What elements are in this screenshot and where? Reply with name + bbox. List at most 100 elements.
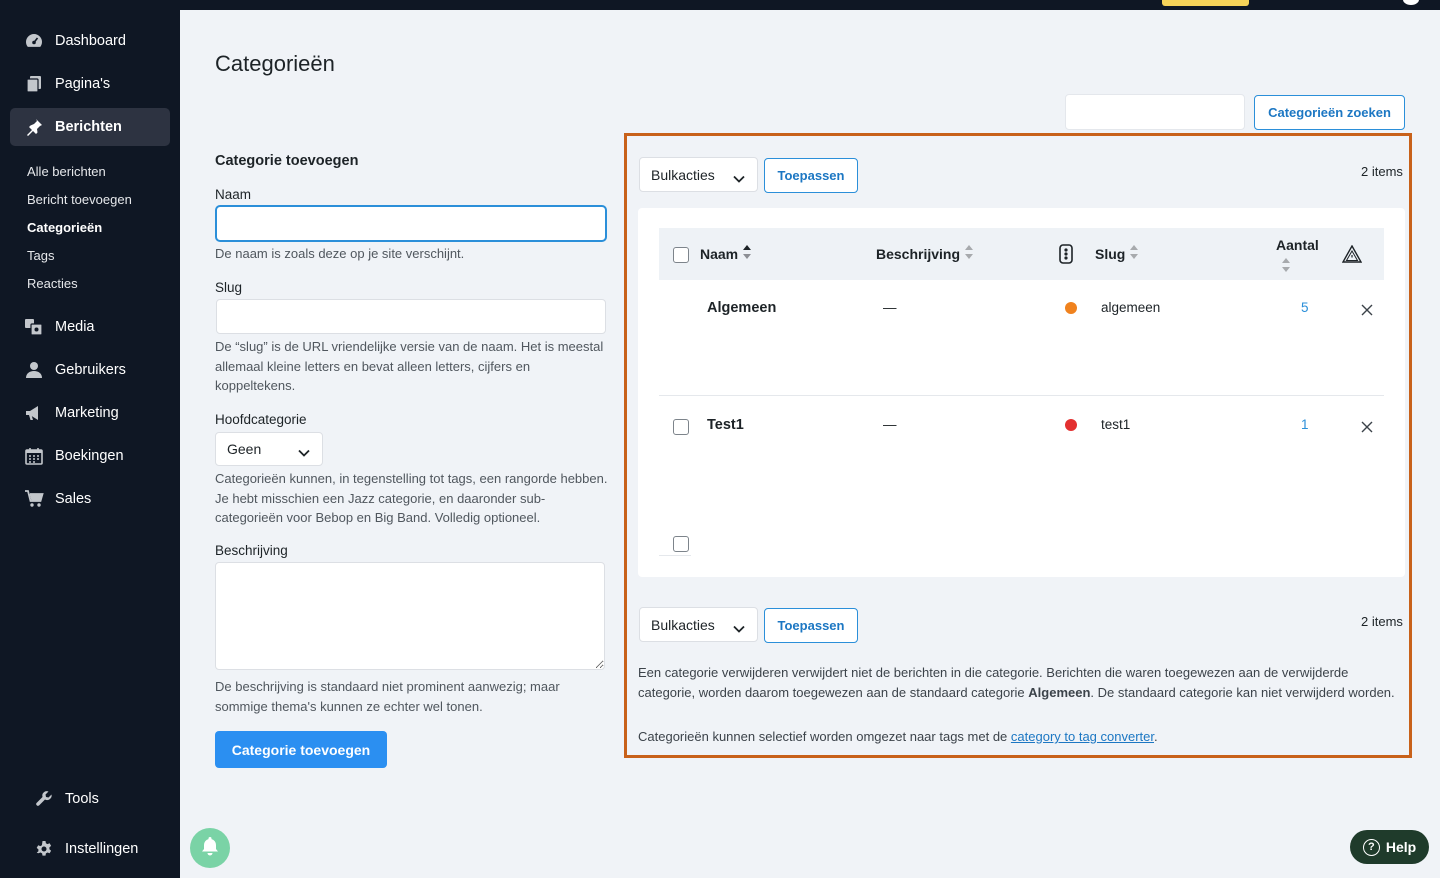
close-icon[interactable] [1361,420,1373,438]
sort-icon [1282,258,1290,277]
slug-label: Slug [215,280,243,295]
avatar[interactable] [1403,0,1419,5]
footer-divider [659,555,691,556]
sidebar-item-posts[interactable]: Berichten [10,108,170,146]
bell-icon [201,836,219,861]
sidebar-item-settings[interactable]: Instellingen [20,830,180,868]
default-category-name: Algemeen [1028,684,1091,700]
slug-help: De “slug” is de URL vriendelijke versie … [215,339,604,393]
column-description[interactable]: Beschrijving [876,245,974,262]
description-help: De beschrijving is standaard niet promin… [215,679,560,714]
row-count-link[interactable]: 1 [1301,417,1309,432]
items-count-top: 2 items [1361,164,1403,179]
submenu-tags[interactable]: Tags [27,248,54,263]
converter-note-text: Categorieën kunnen selectief worden omge… [638,729,1008,744]
submenu-categories[interactable]: Categorieën [27,220,102,235]
top-bar-badge[interactable] [1162,0,1249,6]
traffic-light-icon [1059,244,1073,267]
parent-label: Hoofdcategorie [215,412,307,427]
sidebar-item-label: Tools [65,791,99,807]
dashboard-icon [24,31,44,51]
column-color [1059,244,1073,267]
sidebar-item-label: Sales [55,491,92,507]
sidebar-item-label: Pagina's [55,76,111,92]
megaphone-icon [24,403,44,423]
help-button[interactable]: ? Help [1350,830,1429,864]
sidebar-item-media[interactable]: Media [10,308,170,346]
column-slug[interactable]: Slug [1095,245,1139,262]
submenu-all-posts[interactable]: Alle berichten [27,164,106,179]
submenu-comments[interactable]: Reacties [27,276,78,291]
calendar-icon [24,446,44,466]
admin-top-bar [0,0,1440,10]
submenu-add-post[interactable]: Bericht toevoegen [27,192,132,207]
bulk-actions-select-bottom[interactable]: Bulkacties [639,607,758,642]
row-divider [659,395,1384,396]
add-category-heading: Categorie toevoegen [215,153,359,169]
delete-note-end: . De standaard categorie kan niet verwij… [1090,684,1395,700]
sidebar-item-label: Berichten [55,119,122,135]
description-label: Beschrijving [215,543,288,558]
add-category-button[interactable]: Categorie toevoegen [215,731,387,768]
sidebar-item-users[interactable]: Gebruikers [10,351,170,389]
column-count[interactable]: Aantal [1276,237,1319,253]
column-name[interactable]: Naam [700,245,752,262]
row-slug: test1 [1101,417,1131,432]
apply-button-bottom[interactable]: Toepassen [764,608,858,643]
user-icon [24,360,44,380]
parent-select[interactable]: Geen [215,432,323,466]
sidebar-item-label: Marketing [55,405,119,421]
sidebar-item-label: Gebruikers [55,362,126,378]
sort-icon [965,245,974,262]
sidebar-item-label: Boekingen [55,448,124,464]
items-count-bottom: 2 items [1361,614,1403,629]
converter-note-end: . [1154,729,1158,744]
chevron-down-icon [733,620,745,636]
bulk-actions-select-top[interactable]: Bulkacties [639,157,758,192]
apply-button-top[interactable]: Toepassen [764,158,858,193]
gear-icon [34,839,54,859]
column-name-label: Naam [700,245,739,262]
row-name[interactable]: Test1 [707,417,744,433]
name-help: De naam is zoals deze op je site verschi… [215,246,465,261]
media-icon [24,317,44,337]
delete-note: Een categorie verwijderen verwijdert nie… [638,663,1398,702]
parent-select-value: Geen [227,441,262,457]
sidebar-item-tools[interactable]: Tools [20,780,180,818]
search-input[interactable] [1065,94,1245,130]
question-icon: ? [1362,838,1380,856]
row-count-link[interactable]: 5 [1301,300,1309,315]
pin-icon [24,117,44,137]
sort-ascending-icon [743,245,752,262]
sidebar-item-label: Dashboard [55,33,126,49]
parent-help: Categorieën kunnen, in tegenstelling tot… [215,471,608,525]
close-icon[interactable] [1361,303,1373,321]
sidebar-item-dashboard[interactable]: Dashboard [10,22,170,60]
search-categories-button[interactable]: Categorieën zoeken [1254,95,1405,130]
select-all-checkbox[interactable] [673,247,689,263]
name-field[interactable] [216,206,606,241]
select-all-checkbox-bottom[interactable] [673,536,689,552]
row-name[interactable]: Algemeen [707,300,776,316]
converter-note: Categorieën kunnen selectief worden omge… [638,727,1398,747]
column-description-label: Beschrijving [876,245,961,262]
chevron-down-icon [298,444,310,460]
admin-sidebar: Dashboard Pagina's Berichten Alle berich… [0,0,180,878]
slug-field[interactable] [216,299,606,334]
row-checkbox[interactable] [673,419,689,435]
name-label: Naam [215,187,252,202]
sidebar-item-bookings[interactable]: Boekingen [10,437,170,475]
sidebar-item-marketing[interactable]: Marketing [10,394,170,432]
category-tag-converter-link[interactable]: category to tag converter [1011,729,1154,744]
sidebar-item-pages[interactable]: Pagina's [10,65,170,103]
notification-bell-button[interactable] [190,828,230,868]
description-field[interactable] [215,562,605,670]
chevron-down-icon [733,170,745,186]
cart-icon [24,489,44,509]
sidebar-item-sales[interactable]: Sales [10,480,170,518]
color-dot [1065,302,1077,314]
sort-icon [1130,245,1139,262]
sidebar-item-label: Instellingen [65,841,139,857]
row-description: — [883,417,897,432]
help-button-label: Help [1385,839,1417,855]
